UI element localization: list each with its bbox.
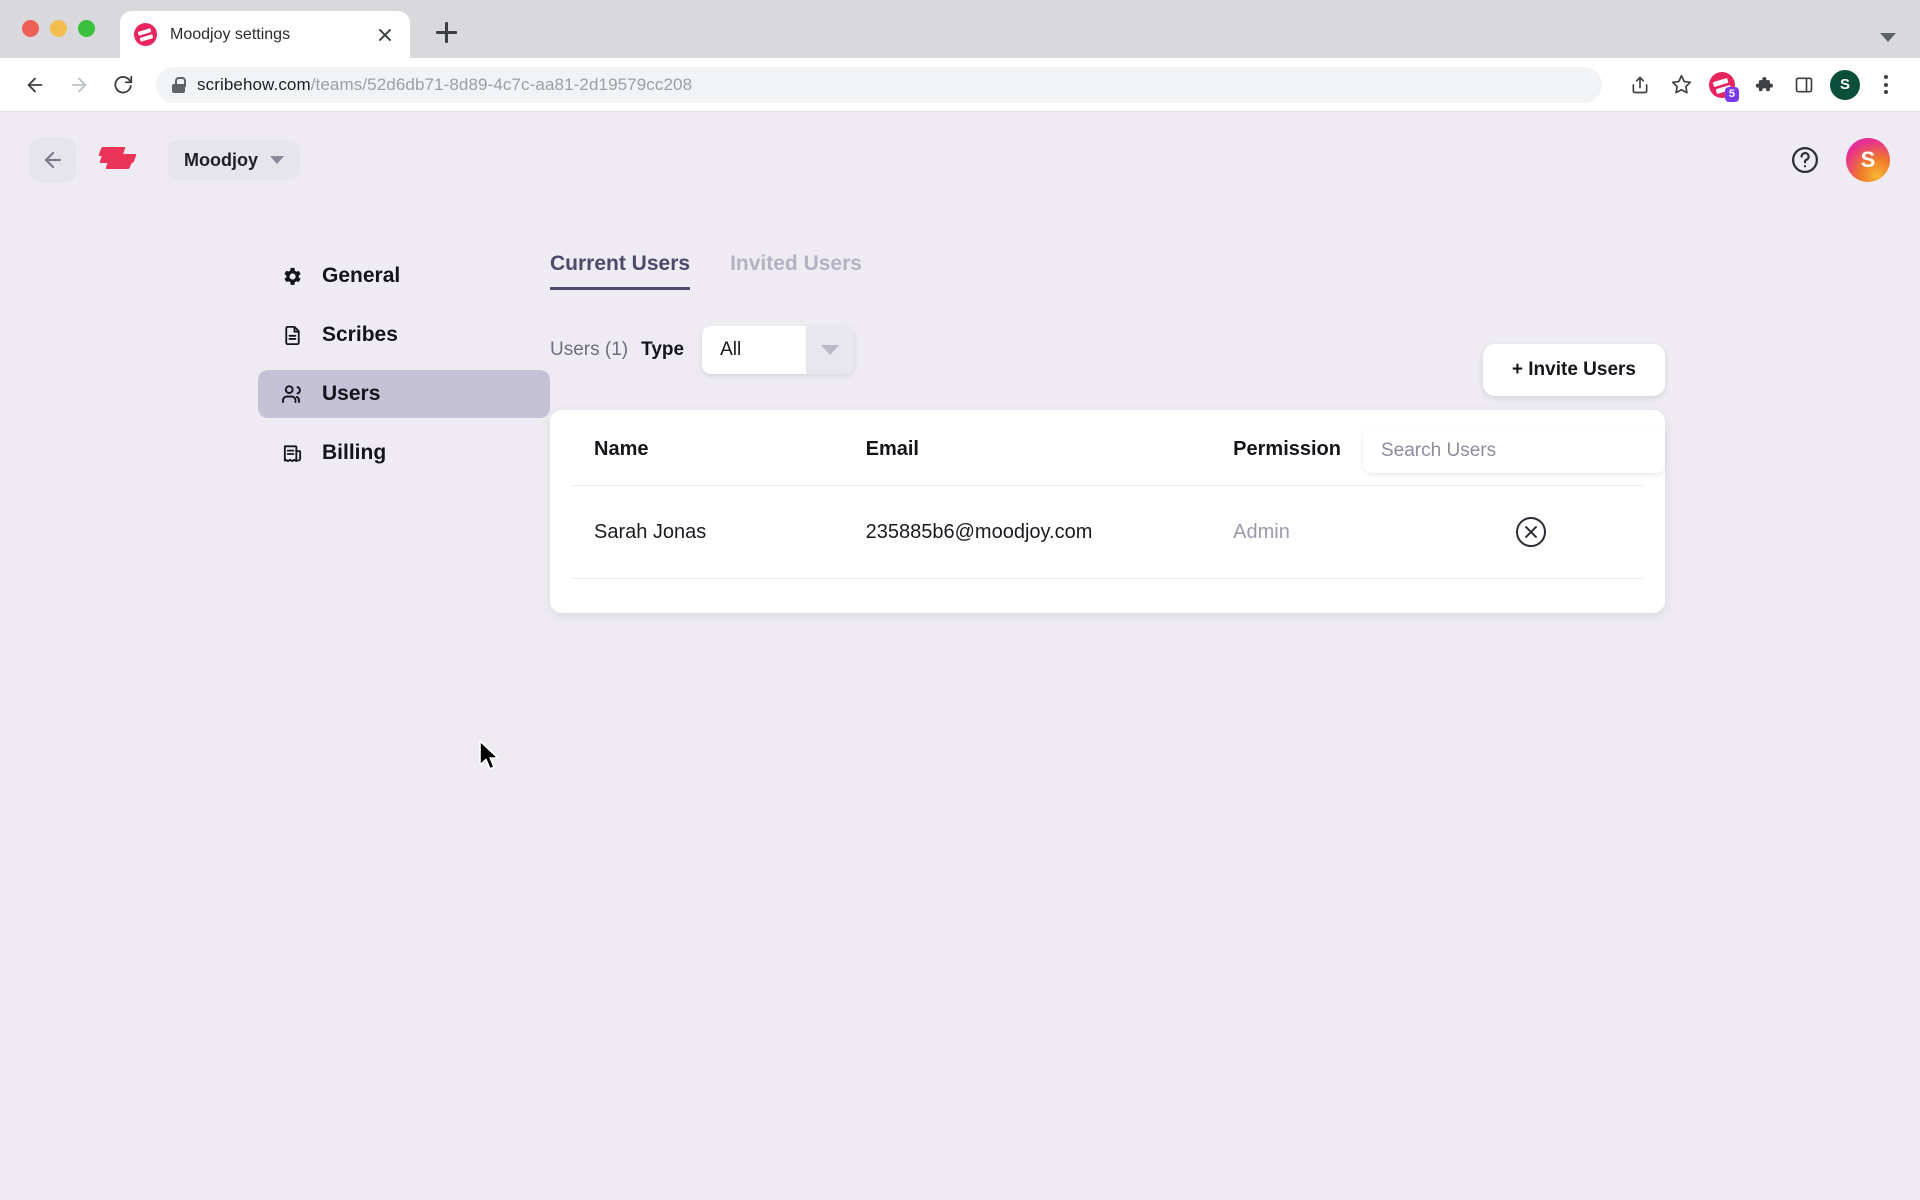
settings-main: Current Users Invited Users Users (1) Ty… <box>550 252 1920 613</box>
cell-user-email: 235885b6@moodjoy.com <box>865 485 1234 579</box>
window-traffic-lights <box>22 20 95 37</box>
tab-current-users[interactable]: Current Users <box>550 252 691 290</box>
address-bar-url: scribehow.com/teams/52d6db71-8d89-4c7c-a… <box>197 75 692 95</box>
browser-tab[interactable]: Moodjoy settings <box>120 11 410 58</box>
settings-layout: General Scribes Users Billing Current Us… <box>0 208 1920 613</box>
team-selector[interactable]: Moodjoy <box>168 140 300 180</box>
browser-window: Moodjoy settings scribehow.com/teams/52d… <box>0 0 1920 1200</box>
tab-invited-users[interactable]: Invited Users <box>730 252 862 287</box>
app-header-right: S <box>1790 138 1890 182</box>
sidebar-item-label: General <box>322 264 401 287</box>
search-users-box[interactable] <box>1363 428 1665 473</box>
mouse-cursor <box>478 740 504 779</box>
close-window-button[interactable] <box>22 20 39 37</box>
gear-icon <box>280 264 304 288</box>
sidebar-item-billing[interactable]: Billing <box>258 429 550 477</box>
tab-list-chevron-icon[interactable] <box>1880 33 1896 42</box>
avatar-initial: S <box>1860 147 1876 172</box>
type-filter-label: Type <box>641 339 685 360</box>
table-card-footer-spacer <box>572 579 1643 613</box>
sidebar-item-users[interactable]: Users <box>258 370 550 418</box>
page-viewport: Moodjoy S General Scribes Users Billing … <box>0 112 1920 1200</box>
search-input[interactable] <box>1381 439 1647 462</box>
new-tab-icon[interactable] <box>432 18 460 46</box>
sidebar-item-label: Billing <box>322 441 387 464</box>
column-header-name: Name <box>572 410 866 486</box>
settings-sidebar: General Scribes Users Billing <box>258 252 550 613</box>
scribe-extension-badge: 5 <box>1724 86 1739 102</box>
chevron-down-icon <box>270 156 284 164</box>
type-filter-value: All <box>702 326 807 374</box>
user-avatar[interactable]: S <box>1846 138 1890 182</box>
toolbar-icons: 5 S <box>1622 67 1904 103</box>
help-circle-icon[interactable] <box>1790 145 1820 175</box>
reload-icon[interactable] <box>104 66 142 104</box>
app-back-button[interactable] <box>30 137 76 183</box>
app-header: Moodjoy S <box>0 112 1920 208</box>
browser-tabstrip: Moodjoy settings <box>0 0 1920 58</box>
cell-user-permission[interactable]: Admin <box>1233 485 1517 579</box>
bookmark-star-icon[interactable] <box>1663 67 1699 103</box>
chevron-down-icon <box>806 326 855 374</box>
url-path: /teams/52d6db71-8d89-4c7c-aa81-2d19579cc… <box>310 74 693 94</box>
share-icon[interactable] <box>1622 67 1658 103</box>
scribe-logo[interactable] <box>98 143 138 177</box>
type-filter-dropdown[interactable]: All <box>702 326 855 374</box>
document-icon <box>280 323 304 347</box>
users-icon <box>280 382 304 406</box>
address-bar[interactable]: scribehow.com/teams/52d6db71-8d89-4c7c-a… <box>156 66 1602 103</box>
invite-users-button[interactable]: + Invite Users <box>1482 344 1665 396</box>
table-row: Sarah Jonas 235885b6@moodjoy.com Admin <box>572 485 1643 579</box>
scribe-extension-icon[interactable]: 5 <box>1704 67 1740 103</box>
puzzle-piece-icon[interactable] <box>1745 67 1781 103</box>
sidebar-item-general[interactable]: General <box>258 252 550 300</box>
cell-user-name: Sarah Jonas <box>572 485 866 579</box>
browser-tab-title: Moodjoy settings <box>170 25 291 43</box>
scribe-favicon-icon <box>134 23 157 46</box>
receipt-icon <box>280 441 304 465</box>
browser-profile-avatar[interactable]: S <box>1827 67 1863 103</box>
remove-circle-x-icon[interactable] <box>1516 517 1547 547</box>
back-arrow-icon[interactable] <box>16 66 54 104</box>
url-host: scribehow.com <box>197 74 311 94</box>
close-tab-icon[interactable] <box>374 24 396 46</box>
minimize-window-button[interactable] <box>50 20 67 37</box>
forward-arrow-icon[interactable] <box>60 66 98 104</box>
users-count-label: Users (1) <box>550 339 629 360</box>
sidebar-item-label: Users <box>322 382 381 405</box>
users-tabs: Current Users Invited Users <box>550 252 1665 290</box>
profile-initial: S <box>1830 69 1860 100</box>
kebab-menu-icon[interactable] <box>1868 67 1904 103</box>
side-panel-icon[interactable] <box>1786 67 1822 103</box>
cell-remove <box>1516 485 1643 579</box>
sidebar-item-scribes[interactable]: Scribes <box>258 311 550 359</box>
lock-icon <box>172 76 186 93</box>
sidebar-item-label: Scribes <box>322 323 398 346</box>
team-name: Moodjoy <box>184 149 258 170</box>
column-header-email: Email <box>865 410 1234 486</box>
maximize-window-button[interactable] <box>78 20 95 37</box>
browser-toolbar: scribehow.com/teams/52d6db71-8d89-4c7c-a… <box>0 58 1920 112</box>
